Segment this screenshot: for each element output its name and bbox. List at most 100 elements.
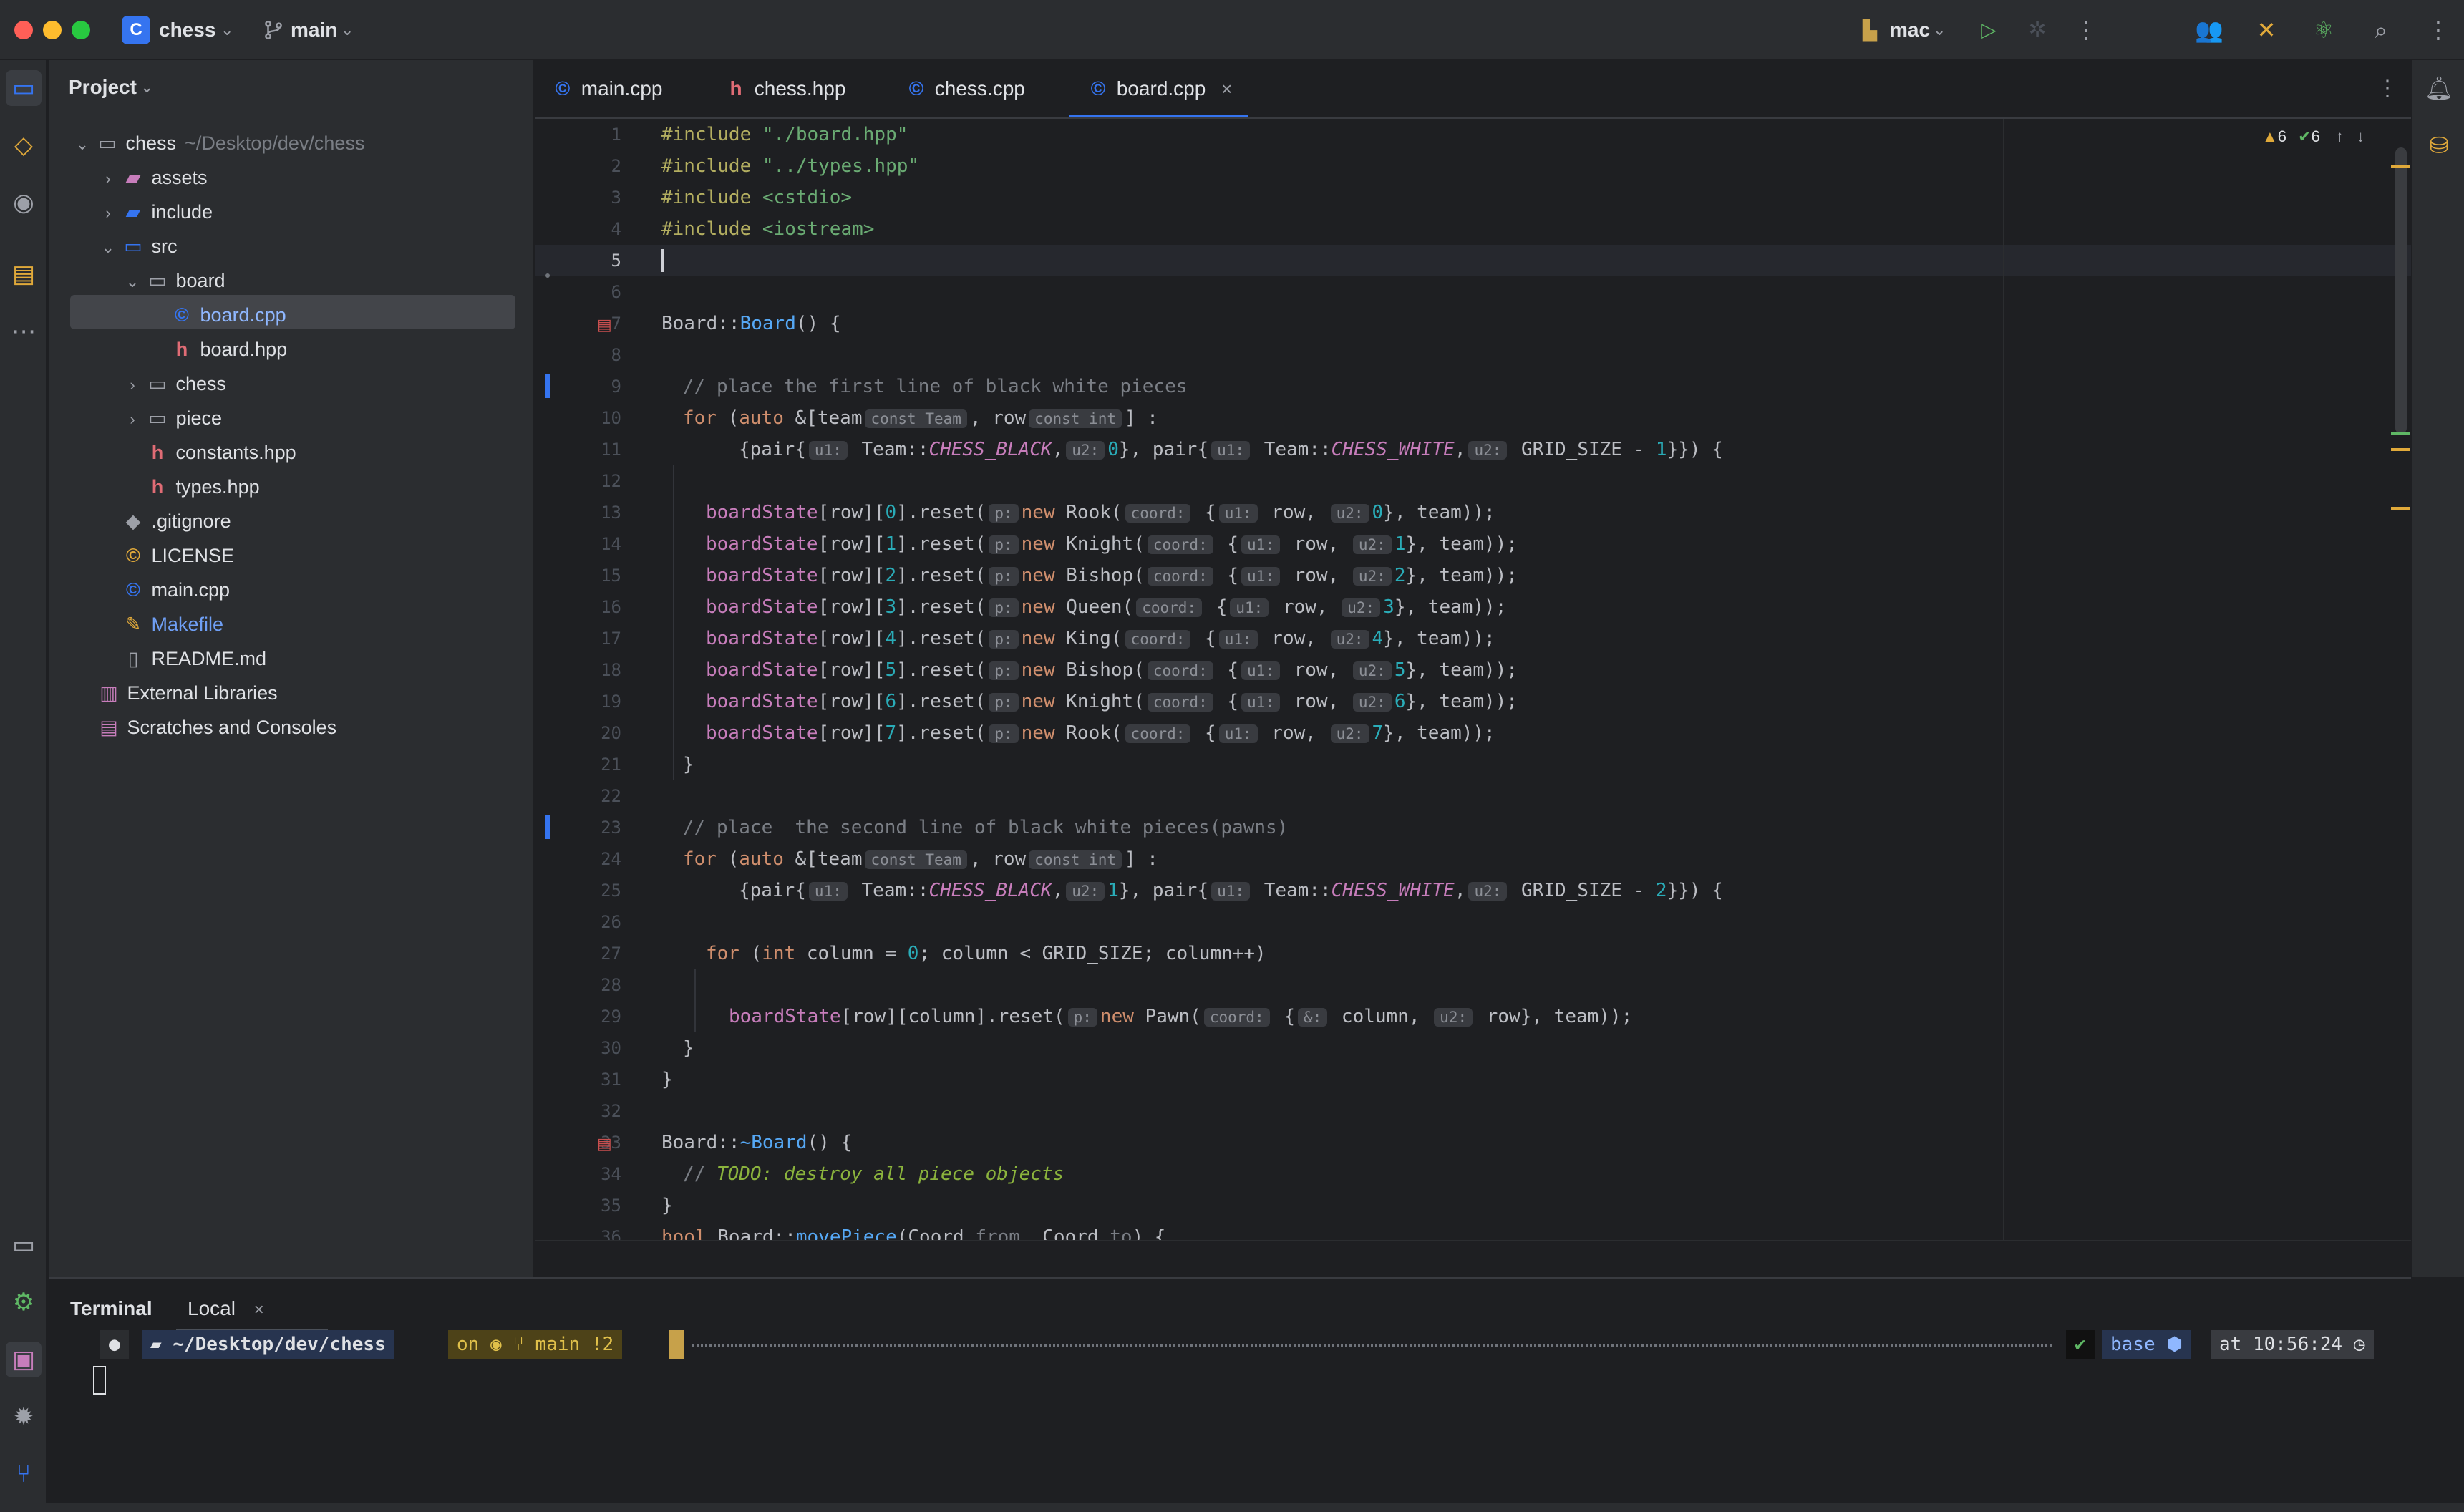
ai-assistant-icon[interactable]: ⚛ <box>2309 16 2338 44</box>
inspection-widget[interactable]: ▲6 ✔6 ↑ ↓ <box>2262 126 2364 147</box>
tree-item-src[interactable]: ⌄ ▭ src <box>96 229 178 263</box>
chevron-right-icon[interactable]: › <box>120 368 145 402</box>
settings-icon[interactable]: ⋮ <box>2424 16 2453 44</box>
chevron-down-icon[interactable]: ⌄ <box>120 265 145 299</box>
close-tab-icon[interactable]: × <box>1221 78 1232 100</box>
title-bar: C chess ⌄ main ⌄ ▙ mac ⌄ ▷ ✲ ⋮ 👥 ✕ ⚛ ⌕ ⋮ <box>0 0 2464 60</box>
run-icon[interactable]: ▷ <box>1974 16 2003 44</box>
warning-stripe-mark[interactable] <box>2391 165 2410 168</box>
run-config-icon: ▙ <box>1863 19 1877 41</box>
tree-item-board-folder[interactable]: ⌄ ▭ board <box>120 263 225 298</box>
chevron-right-icon[interactable]: › <box>96 196 120 231</box>
search-icon[interactable]: ⌕ <box>2367 16 2395 44</box>
implementation-gutter-icon[interactable]: ▤ <box>597 317 612 333</box>
warning-stripe-mark[interactable] <box>2391 448 2410 451</box>
tree-item-main-cpp[interactable]: © main.cpp <box>120 573 230 607</box>
vcs-change-marker[interactable] <box>545 374 550 398</box>
tree-item-chess-folder[interactable]: › ▭ chess <box>120 367 226 401</box>
param-hint: u1: <box>1241 536 1280 554</box>
chevron-right-icon[interactable]: › <box>96 162 120 196</box>
param-hint: p: <box>989 662 1019 680</box>
problems-icon[interactable]: ✹ <box>6 1399 42 1435</box>
chevron-down-icon[interactable]: ⌄ <box>341 16 354 44</box>
arrow-down-icon[interactable]: ↓ <box>2357 127 2364 145</box>
branch-icon <box>259 16 288 44</box>
tree-item-makefile[interactable]: ✎ Makefile <box>120 607 223 641</box>
close-tab-icon[interactable]: × <box>254 1300 264 1319</box>
tree-item-board-hpp[interactable]: h board.hpp <box>169 332 287 367</box>
code-line: boardState[row][6].reset(p: new Knight(co… <box>706 691 1518 712</box>
database-icon[interactable]: ⛁ <box>2421 127 2457 163</box>
prompt-env: base ⬢ <box>2102 1330 2191 1359</box>
tab-chess-hpp[interactable]: h chess.hpp <box>723 60 845 117</box>
tree-item-license[interactable]: © LICENSE <box>120 538 234 573</box>
line-number: 16 <box>601 597 621 617</box>
structure-icon[interactable]: ▤ <box>6 256 42 292</box>
arrow-up-icon[interactable]: ↑ <box>2336 127 2344 145</box>
tab-board-cpp[interactable]: © board.cpp × <box>1085 60 1233 117</box>
line-number: 35 <box>601 1196 621 1216</box>
horizontal-scroll-area[interactable] <box>535 1240 2411 1277</box>
terminal-title[interactable]: Terminal <box>70 1293 152 1324</box>
github-icon[interactable]: ◉ <box>6 185 42 220</box>
minimize-window-button[interactable] <box>43 21 62 39</box>
implementation-gutter-icon[interactable]: ▤ <box>597 1136 612 1152</box>
vcs-change-marker[interactable] <box>545 815 550 839</box>
project-badge[interactable]: C <box>122 16 150 44</box>
param-hint: u2: <box>1330 630 1369 649</box>
git-icon[interactable]: ⑂ <box>6 1456 42 1492</box>
more-vertical-icon[interactable]: ⋮ <box>2072 16 2100 44</box>
line-number: 13 <box>601 503 621 523</box>
tree-item-board-cpp[interactable]: © board.cpp <box>169 298 286 332</box>
debug-icon[interactable]: ✲ <box>2023 16 2052 44</box>
project-panel-title[interactable]: Project <box>69 73 137 102</box>
tree-item-scratches[interactable]: ▤ Scratches and Consoles <box>96 710 336 745</box>
code-editor[interactable]: 1 2 3 4 5 6 7 8 9 10 11 12 13 14 15 16 1… <box>535 119 2411 1240</box>
tree-item-assets[interactable]: › ▰ assets <box>96 160 207 196</box>
library-icon: ▥ <box>100 682 118 704</box>
line-number: 7 <box>611 314 621 334</box>
tree-item-external-libraries[interactable]: ▥ External Libraries <box>96 676 277 710</box>
tab-main-cpp[interactable]: © main.cpp <box>550 60 663 117</box>
services-icon[interactable]: ⚙ <box>6 1284 42 1320</box>
tree-item-types-hpp[interactable]: h types.hpp <box>145 470 260 504</box>
vcs-deleted-marker[interactable] <box>545 273 550 278</box>
change-stripe-mark[interactable] <box>2391 432 2410 435</box>
terminal-cursor[interactable] <box>93 1366 106 1395</box>
commit-icon[interactable]: ◇ <box>6 127 42 163</box>
code-line: } <box>683 1037 694 1059</box>
more-vertical-icon[interactable]: ⋮ <box>2377 74 2398 103</box>
tree-item-piece-folder[interactable]: › ▭ piece <box>120 401 222 435</box>
chevron-down-icon[interactable]: ⌄ <box>1933 16 1946 44</box>
chevron-down-icon[interactable]: ⌄ <box>140 73 153 102</box>
notifications-icon[interactable]: 🔔︎ <box>2421 70 2457 106</box>
chevron-right-icon[interactable]: › <box>120 402 145 437</box>
project-view-icon[interactable]: ▭ <box>6 70 42 106</box>
chevron-down-icon[interactable]: ⌄ <box>70 127 94 162</box>
chevron-down-icon[interactable]: ⌄ <box>96 231 120 265</box>
warning-stripe-mark[interactable] <box>2391 507 2410 510</box>
vertical-scrollbar-thumb[interactable] <box>2395 147 2407 434</box>
param-hint: u2: <box>1468 441 1508 460</box>
tree-item-gitignore[interactable]: ◆ .gitignore <box>120 504 231 538</box>
run-config-name[interactable]: mac <box>1890 16 1930 44</box>
tab-local[interactable]: Local × <box>188 1293 264 1324</box>
code-line: } <box>683 754 694 775</box>
prompt-time: at 10:56:24 ◷ <box>2211 1330 2374 1359</box>
tab-chess-cpp[interactable]: © chess.cpp <box>903 60 1025 117</box>
maximize-window-button[interactable] <box>72 21 90 39</box>
tree-item-constants-hpp[interactable]: h constants.hpp <box>145 435 296 470</box>
branch-name[interactable]: main <box>291 16 337 44</box>
param-hint: u2: <box>1342 598 1381 617</box>
bookmarks-icon[interactable]: ▭ <box>6 1227 42 1263</box>
code-with-me-icon[interactable]: 👥 <box>2195 16 2223 44</box>
more-horizontal-icon[interactable]: ⋯ <box>6 314 42 349</box>
tools-icon[interactable]: ✕ <box>2252 16 2281 44</box>
chevron-down-icon[interactable]: ⌄ <box>220 16 233 44</box>
close-window-button[interactable] <box>14 21 33 39</box>
tree-item-chess-root[interactable]: ⌄ ▭ chess ~/Desktop/dev/chess <box>70 126 365 162</box>
tree-item-include[interactable]: › ▰ include <box>96 195 213 229</box>
tree-item-readme[interactable]: ▯ README.md <box>120 641 266 676</box>
terminal-icon[interactable]: ▣ <box>6 1342 42 1377</box>
project-name[interactable]: chess <box>159 16 215 44</box>
